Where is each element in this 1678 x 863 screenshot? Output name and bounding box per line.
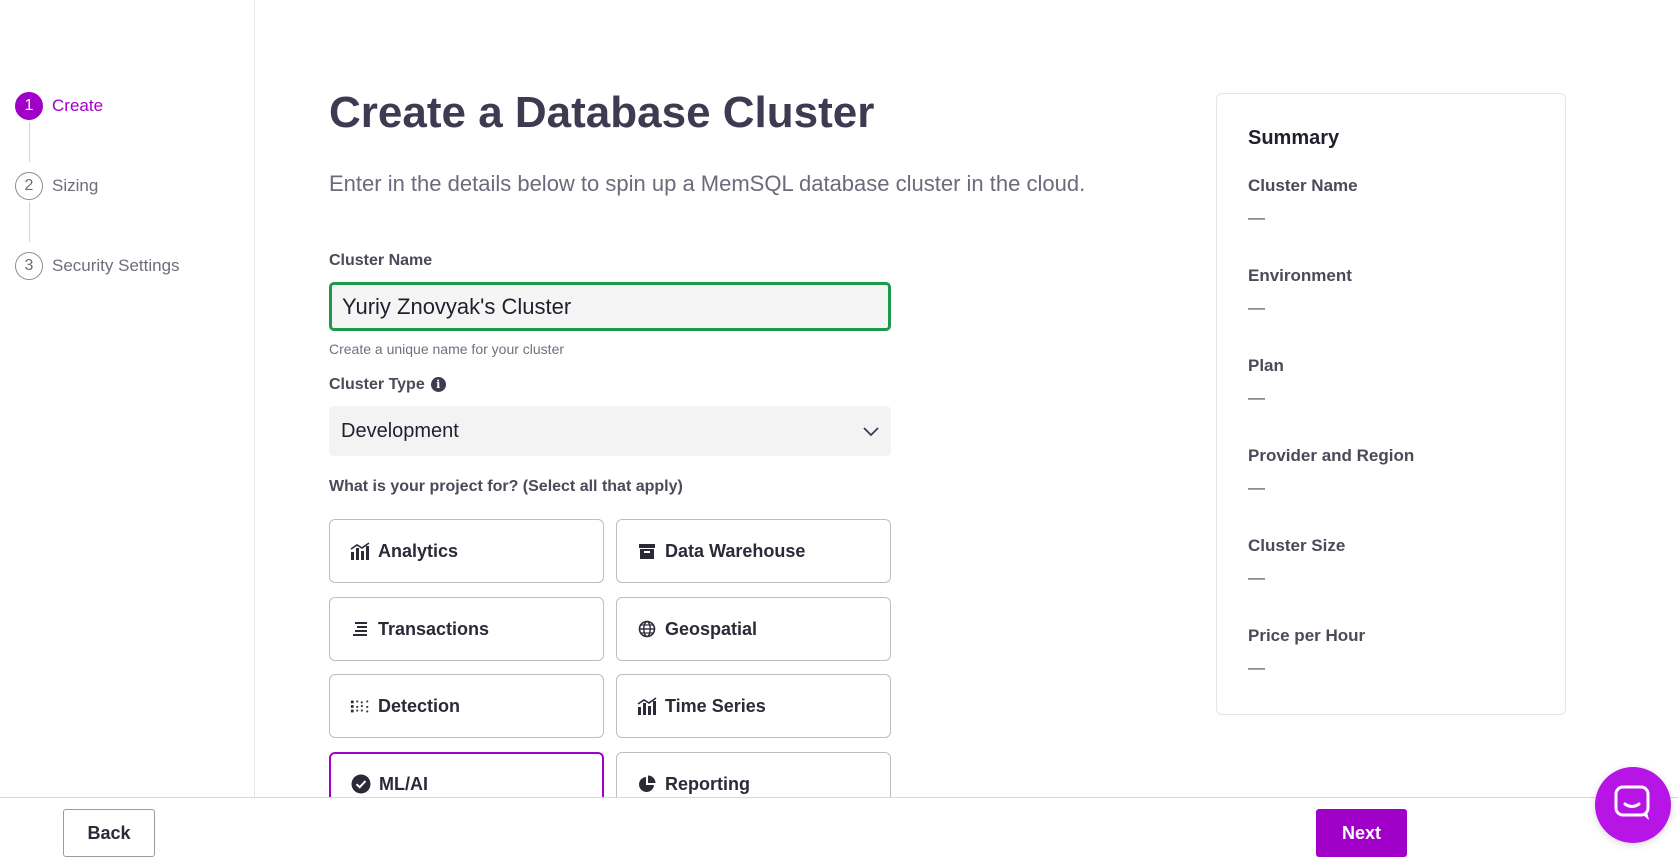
step-connector — [29, 202, 30, 242]
summary-plan-value: — — [1248, 388, 1265, 407]
cluster-type-value: Development — [341, 419, 459, 442]
option-analytics[interactable]: Analytics — [329, 519, 604, 583]
summary-price-label: Price per Hour — [1248, 626, 1366, 645]
cluster-type-label: Cluster Type — [329, 376, 425, 393]
stepper-sidebar: 1 Create 2 Sizing 3 Security Settings — [0, 0, 255, 797]
option-label: Analytics — [378, 540, 459, 561]
step-number: 1 — [15, 92, 43, 120]
bar-line-chart-icon — [637, 696, 657, 716]
footer-bar: Back Next — [0, 797, 1678, 863]
summary-cluster-name-label: Cluster Name — [1248, 176, 1358, 195]
summary-title: Summary — [1248, 127, 1340, 149]
option-label: Data Warehouse — [665, 540, 806, 561]
summary-provider-region-value: — — [1248, 478, 1265, 497]
info-icon[interactable]: i — [430, 377, 446, 392]
option-label: Geospatial — [665, 618, 758, 639]
summary-cluster-size-value: — — [1248, 568, 1265, 587]
option-geospatial[interactable]: Geospatial — [616, 597, 891, 661]
option-label: Reporting — [665, 773, 750, 794]
step-number: 2 — [15, 172, 43, 200]
dot-grid-icon — [350, 696, 370, 716]
check-circle-icon — [351, 774, 371, 794]
chat-icon — [1613, 784, 1653, 827]
chevron-down-icon — [863, 420, 879, 443]
step-label: Security Settings — [52, 256, 180, 275]
option-transactions[interactable]: Transactions — [329, 597, 604, 661]
option-detection[interactable]: Detection — [329, 674, 604, 738]
stacked-list-icon — [350, 619, 370, 639]
option-label: Detection — [378, 695, 461, 716]
chat-launcher-button[interactable] — [1595, 767, 1671, 843]
option-time-series[interactable]: Time Series — [616, 674, 891, 738]
summary-cluster-size-label: Cluster Size — [1248, 536, 1346, 555]
cluster-name-help: Create a unique name for your cluster — [329, 341, 565, 357]
archive-box-icon — [637, 541, 657, 561]
option-label: Time Series — [665, 695, 766, 716]
cluster-name-input[interactable]: Yuriy Znovyak's Cluster — [329, 282, 891, 331]
step-connector — [29, 122, 30, 162]
summary-environment-value: — — [1248, 298, 1265, 317]
back-button[interactable]: Back — [63, 809, 155, 857]
option-data-warehouse[interactable]: Data Warehouse — [616, 519, 891, 583]
bar-chart-icon — [350, 541, 370, 561]
summary-plan-label: Plan — [1248, 356, 1284, 375]
option-label: Transactions — [378, 618, 490, 639]
summary-panel: Summary Cluster Name — Environment — Pla… — [1216, 93, 1566, 715]
page-subtitle: Enter in the details below to spin up a … — [329, 171, 1086, 196]
step-sizing[interactable]: 2 Sizing — [15, 172, 98, 200]
step-label: Sizing — [52, 176, 99, 195]
project-question: What is your project for? (Select all th… — [329, 478, 683, 495]
pie-chart-icon — [637, 774, 657, 794]
summary-provider-region-label: Provider and Region — [1248, 446, 1415, 465]
summary-price-value: — — [1248, 658, 1265, 677]
cluster-type-label-row: Cluster Type i — [329, 376, 446, 394]
step-create[interactable]: 1 Create — [15, 92, 103, 120]
cluster-type-select[interactable]: Development — [329, 406, 891, 456]
summary-environment-label: Environment — [1248, 266, 1352, 285]
step-security-settings[interactable]: 3 Security Settings — [15, 252, 180, 280]
page-title: Create a Database Cluster — [329, 88, 875, 137]
option-label: ML/AI — [379, 773, 428, 794]
cluster-name-label: Cluster Name — [329, 252, 433, 269]
step-number: 3 — [15, 252, 43, 280]
globe-icon — [637, 619, 657, 639]
cluster-name-value: Yuriy Znovyak's Cluster — [342, 293, 572, 319]
step-label: Create — [52, 96, 104, 115]
next-button[interactable]: Next — [1316, 809, 1407, 857]
summary-cluster-name-value: — — [1248, 208, 1265, 227]
